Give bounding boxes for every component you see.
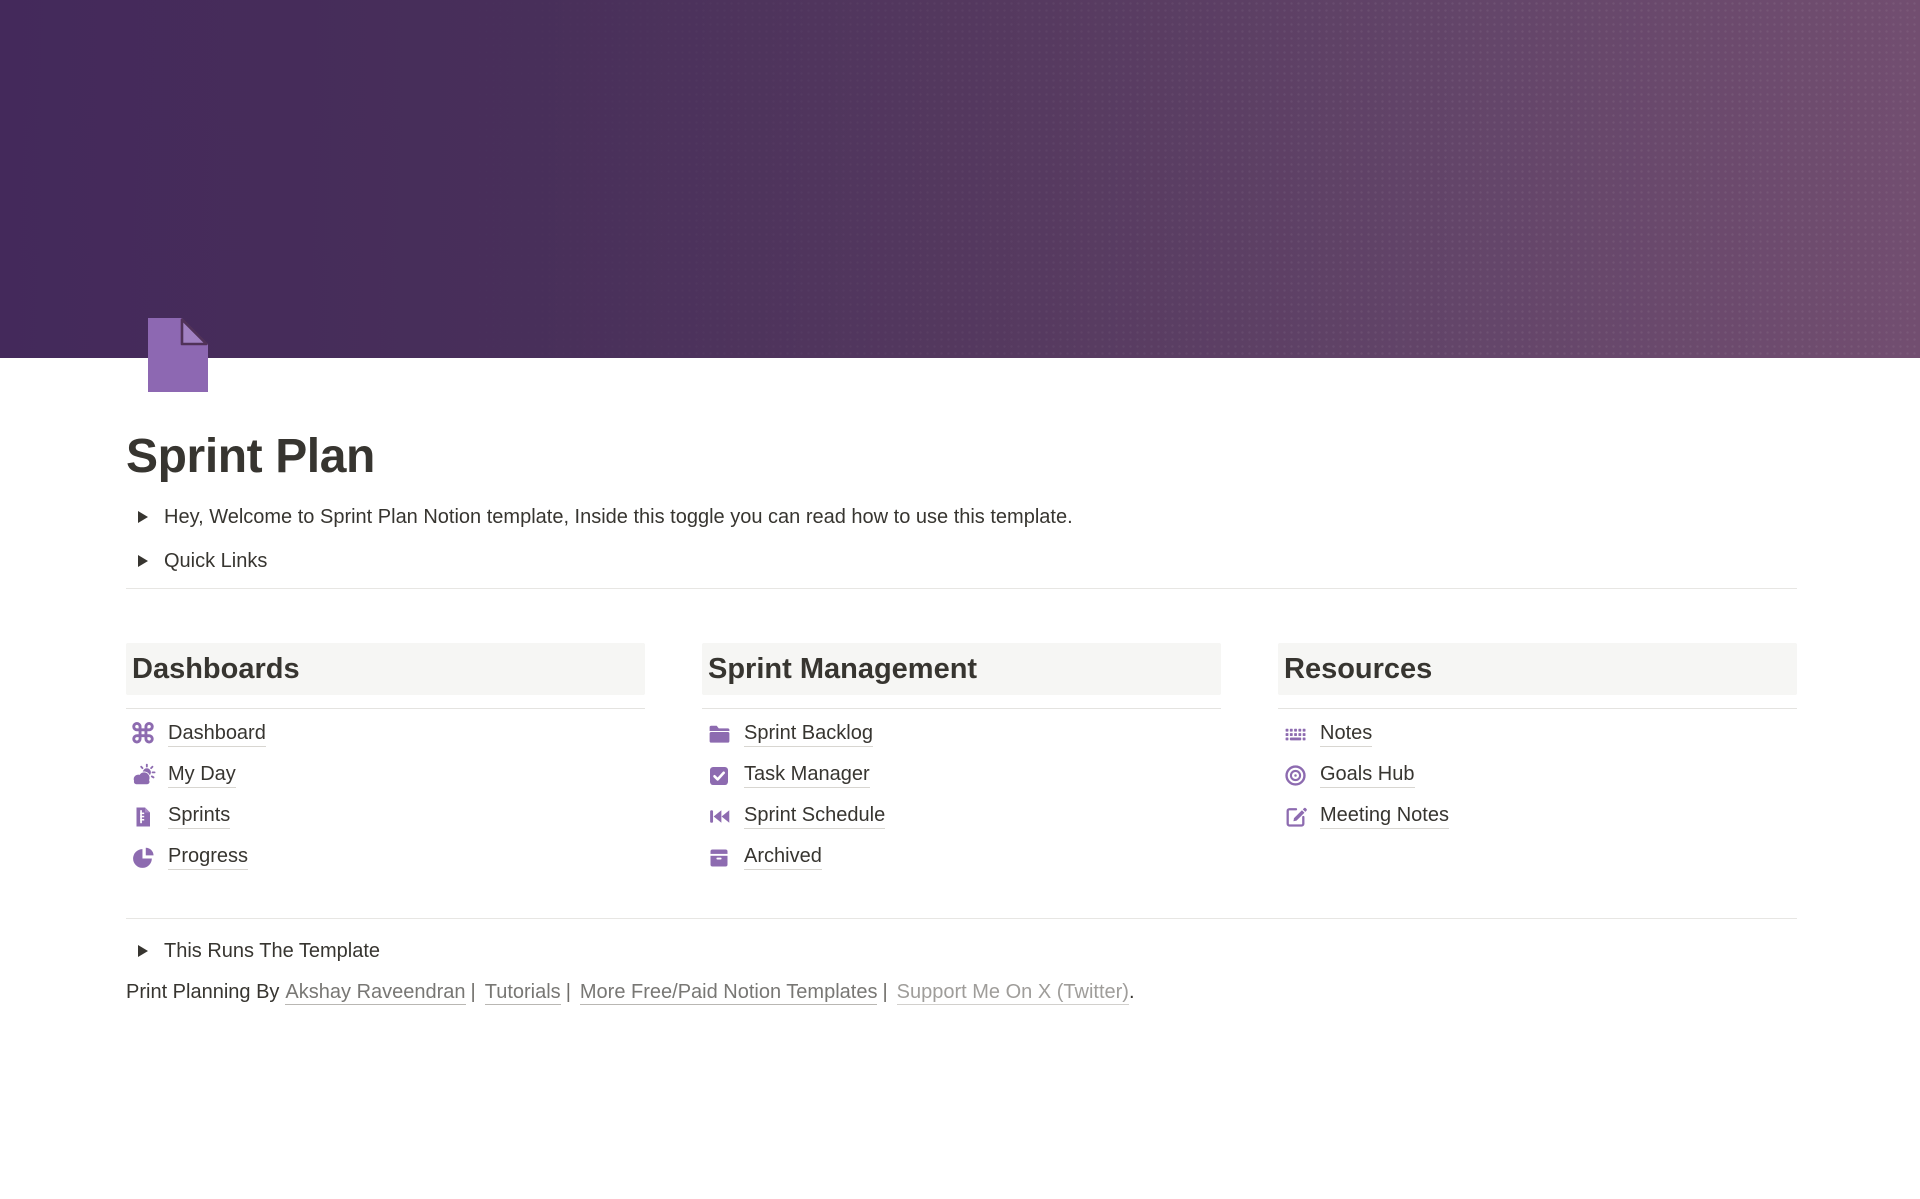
divider bbox=[126, 918, 1797, 919]
credits-suffix: . bbox=[1129, 981, 1135, 1003]
page-link-dashboard[interactable]: ⌘ Dashboard bbox=[126, 721, 645, 748]
support-link[interactable]: Support Me On X (Twitter) bbox=[897, 981, 1129, 1005]
toggle-runs-template[interactable]: This Runs The Template bbox=[126, 935, 1797, 967]
page-body: Sprint Plan Hey, Welcome to Sprint Plan … bbox=[0, 358, 1920, 1005]
column-header-label: Resources bbox=[1284, 649, 1789, 689]
credits-line: Print Planning ByAkshay Raveendran|Tutor… bbox=[126, 979, 1797, 1005]
tutorials-link[interactable]: Tutorials bbox=[485, 981, 561, 1005]
toggle-triangle-icon[interactable] bbox=[132, 511, 154, 523]
page-link-my-day[interactable]: My Day bbox=[126, 762, 645, 789]
separator: | bbox=[566, 981, 571, 1003]
page-link-progress[interactable]: Progress bbox=[126, 844, 645, 871]
page-link-meeting-notes[interactable]: Meeting Notes bbox=[1278, 803, 1797, 830]
rewind-icon bbox=[706, 804, 732, 830]
templates-link[interactable]: More Free/Paid Notion Templates bbox=[580, 981, 878, 1005]
page-link-label: Meeting Notes bbox=[1320, 804, 1449, 829]
divider bbox=[702, 708, 1221, 709]
column-header-label: Dashboards bbox=[132, 649, 637, 689]
archive-icon bbox=[706, 845, 732, 871]
column-dashboards: Dashboards ⌘ Dashboard bbox=[126, 643, 645, 885]
notion-page: Sprint Plan Hey, Welcome to Sprint Plan … bbox=[0, 0, 1920, 1199]
page-link-label: Progress bbox=[168, 845, 248, 870]
column-header-dashboards: Dashboards bbox=[126, 643, 645, 695]
toggle-triangle-icon[interactable] bbox=[132, 945, 154, 957]
sun-behind-cloud-icon bbox=[130, 763, 156, 789]
column-header-resources: Resources bbox=[1278, 643, 1797, 695]
keyboard-icon bbox=[1282, 722, 1308, 748]
target-icon bbox=[1282, 763, 1308, 789]
column-sprint-management: Sprint Management Sprint Backlog bbox=[702, 643, 1221, 885]
column-header-label: Sprint Management bbox=[708, 649, 1213, 689]
compose-icon bbox=[1282, 804, 1308, 830]
page-link-sprints[interactable]: Sprints bbox=[126, 803, 645, 830]
divider bbox=[126, 708, 645, 709]
page-link-label: Sprint Backlog bbox=[744, 722, 873, 747]
page-link-label: Sprints bbox=[168, 804, 230, 829]
zipped-document-icon bbox=[130, 804, 156, 830]
toggle-quick-links-label: Quick Links bbox=[164, 550, 267, 573]
page-link-task-manager[interactable]: Task Manager bbox=[702, 762, 1221, 789]
toggle-runs-template-label: This Runs The Template bbox=[164, 940, 380, 963]
column-resources: Resources Notes bbox=[1278, 643, 1797, 885]
toggle-triangle-icon[interactable] bbox=[132, 555, 154, 567]
page-link-notes[interactable]: Notes bbox=[1278, 721, 1797, 748]
link-list: ⌘ Dashboard bbox=[126, 721, 645, 871]
page-link-sprint-schedule[interactable]: Sprint Schedule bbox=[702, 803, 1221, 830]
toggle-quick-links[interactable]: Quick Links bbox=[126, 545, 1797, 577]
page-link-label: My Day bbox=[168, 763, 236, 788]
page-link-label: Archived bbox=[744, 845, 822, 870]
link-list: Notes Goals Hub bbox=[1278, 721, 1797, 830]
divider bbox=[126, 588, 1797, 589]
page-link-label: Dashboard bbox=[168, 722, 266, 747]
credits-prefix: Print Planning By bbox=[126, 981, 279, 1003]
pie-chart-icon bbox=[130, 845, 156, 871]
divider bbox=[1278, 708, 1797, 709]
toggle-welcome[interactable]: Hey, Welcome to Sprint Plan Notion templ… bbox=[126, 501, 1797, 533]
column-header-sprint-management: Sprint Management bbox=[702, 643, 1221, 695]
command-icon: ⌘ bbox=[130, 722, 156, 748]
separator: | bbox=[471, 981, 476, 1003]
folder-icon bbox=[706, 722, 732, 748]
columns-section: Dashboards ⌘ Dashboard bbox=[126, 643, 1797, 885]
toggle-welcome-label: Hey, Welcome to Sprint Plan Notion templ… bbox=[164, 506, 1073, 529]
author-link[interactable]: Akshay Raveendran bbox=[285, 981, 465, 1005]
page-link-goals-hub[interactable]: Goals Hub bbox=[1278, 762, 1797, 789]
cover-image bbox=[0, 0, 1920, 358]
page-link-archived[interactable]: Archived bbox=[702, 844, 1221, 871]
page-link-label: Sprint Schedule bbox=[744, 804, 885, 829]
checkbox-icon bbox=[706, 763, 732, 789]
separator: | bbox=[882, 981, 887, 1003]
page-link-label: Task Manager bbox=[744, 763, 870, 788]
page-link-label: Notes bbox=[1320, 722, 1372, 747]
page-link-label: Goals Hub bbox=[1320, 763, 1415, 788]
page-title[interactable]: Sprint Plan bbox=[126, 428, 1797, 486]
page-link-sprint-backlog[interactable]: Sprint Backlog bbox=[702, 721, 1221, 748]
link-list: Sprint Backlog Task Manager bbox=[702, 721, 1221, 871]
